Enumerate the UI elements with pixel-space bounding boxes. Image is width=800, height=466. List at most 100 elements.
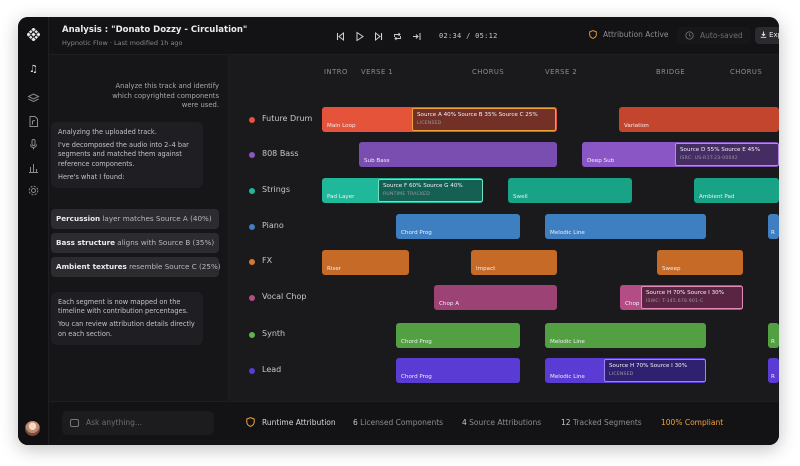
skip-forward-icon[interactable] [374,31,383,42]
clip-riser[interactable]: Riser [322,250,409,275]
clip-label: Impact [476,266,496,272]
skip-back-icon[interactable] [336,31,345,42]
stat-label: Tracked Segments [572,418,642,427]
bar-chart-icon[interactable] [27,161,40,174]
track-color-dot [249,368,255,374]
clip-lead-partial[interactable]: R [768,358,779,383]
finding-item[interactable]: Bass structure aligns with Source B (35%… [51,233,219,253]
music-note-icon[interactable]: ♫ [27,63,40,76]
track-name[interactable]: Vocal Chop [262,292,306,301]
clip-synth-melodic-line[interactable]: Melodic Line [545,323,706,348]
track-name[interactable]: FX [262,256,272,265]
clip-pad-layer[interactable]: Pad Layer Source F 60% Source G 40% RUNT… [322,178,483,203]
attribution-overlay[interactable]: Source A 40% Source B 35% Source C 25% L… [412,108,556,131]
stat-value: 12 [561,418,571,427]
track-name[interactable]: Strings [262,185,290,194]
clip-chord-prog[interactable]: Chord Prog [396,214,520,239]
section-verse-2[interactable]: VERSE 2 [545,68,577,76]
app-window: ♫ Analysis : "Donato Dozzy - Circulation… [18,17,779,445]
clip-label: Melodic Line [550,230,585,236]
clip-piano-partial[interactable]: R [768,214,779,239]
attribution-overlay[interactable]: Source H 70% Source I 30% ISWC: T-345.67… [641,286,743,309]
user-avatar[interactable] [25,421,40,436]
finding-subject: Percussion [56,214,101,223]
clip-synth-partial[interactable]: R [768,323,779,348]
clip-label: Chord Prog [401,230,432,236]
attribution-status-tag: ISWC: T-345.678.901-C [646,299,704,304]
app-logo-icon[interactable] [27,28,40,41]
clip-melodic-line[interactable]: Melodic Line [545,214,706,239]
attribution-status[interactable]: Attribution Active [589,30,669,39]
finding-subject: Bass structure [56,238,115,247]
file-audio-icon[interactable] [27,115,40,128]
attribution-overlay[interactable]: Source D 55% Source E 45% ISRC: US-R1T-2… [675,143,779,166]
clip-label: R [771,230,775,236]
clip-lead-melodic-line[interactable]: Melodic Line Source H 70% Source I 30% L… [545,358,706,383]
finding-item[interactable]: Percussion layer matches Source A (40%) [51,209,219,229]
stat-label: Source Attributions [469,418,542,427]
clip-ambient-pad[interactable]: Ambient Pad [694,178,779,203]
track-name[interactable]: Piano [262,221,284,230]
track-color-dot [249,332,255,338]
export-button[interactable]: Export [755,27,779,44]
track-name[interactable]: Synth [262,329,285,338]
attribution-status-tag: ISRC: US-R1T-23-00042 [680,156,738,161]
attribution-overlay[interactable]: Source F 60% Source G 40% RUNTIME TRACKE… [378,179,483,202]
clip-sub-bass[interactable]: Sub Bass [359,142,557,167]
clip-label: Swell [513,194,528,200]
clip-sweep[interactable]: Sweep [657,250,743,275]
clip-label: Deep Sub [587,158,615,164]
clip-main-loop[interactable]: Main Loop Source A 40% Source B 35% Sour… [322,107,557,132]
settings-gear-icon[interactable] [27,184,40,197]
track-name[interactable]: Lead [262,365,281,374]
clip-impact[interactable]: Impact [471,250,557,275]
section-chorus-2[interactable]: CHORUS [730,68,762,76]
clip-label: Variation [624,123,649,129]
track-color-dot [249,295,255,301]
section-chorus[interactable]: CHORUS [472,68,504,76]
clock-icon [685,31,694,40]
track-name[interactable]: 808 Bass [262,149,299,158]
project-subtitle: Hypnotic Flow · Last modified 1h ago [62,39,183,47]
section-verse-1[interactable]: VERSE 1 [361,68,393,76]
finding-detail: resemble Source C (25%) [126,262,221,271]
chat-input[interactable]: Ask anything... [62,411,214,435]
status-label: Runtime Attribution [262,418,336,427]
attribution-sources: Source H 70% Source I 30% [609,363,688,369]
section-bridge[interactable]: BRIDGE [656,68,685,76]
finding-item[interactable]: Ambient textures resemble Source C (25%) [51,257,221,277]
play-icon[interactable] [355,31,364,42]
finding-subject: Ambient textures [56,262,127,271]
download-icon [760,31,767,38]
arrangement-timeline: INTRO VERSE 1 CHORUS VERSE 2 BRIDGE CHOR… [229,55,779,401]
clip-synth-chord-prog[interactable]: Chord Prog [396,323,520,348]
clip-deep-sub[interactable]: Deep Sub Source D 55% Source E 45% ISRC:… [582,142,779,167]
layers-icon[interactable] [27,92,40,105]
jump-to-end-icon[interactable] [412,31,421,42]
clip-label: Riser [327,266,342,272]
compliance-badge: 100% Compliant [661,418,724,427]
clip-swell[interactable]: Swell [508,178,632,203]
attribution-status-tag: LICENSED [417,121,442,126]
clip-label: Chop [625,301,640,307]
track-color-dot [249,224,255,230]
message-line: Here's what I found: [58,172,125,181]
assistant-message: Each segment is now mapped on the timeli… [51,292,203,345]
project-title: Analysis : "Donato Dozzy - Circulation" [62,25,248,35]
finding-detail: layer matches Source A (40%) [100,214,212,223]
message-line: Analyzing the uploaded track. [58,128,157,136]
clip-lead-chord-prog[interactable]: Chord Prog [396,358,520,383]
clip-chop-a[interactable]: Chop A [434,285,557,310]
track-name[interactable]: Future Drum [262,114,312,123]
section-intro[interactable]: INTRO [324,68,348,76]
tracked-segments-stat: 12 Tracked Segments [561,418,642,427]
clip-variation[interactable]: Variation [619,107,779,132]
microphone-icon[interactable] [27,138,40,151]
loop-icon[interactable] [393,31,402,42]
chat-input-placeholder: Ask anything... [86,418,142,427]
attribution-overlay[interactable]: Source H 70% Source I 30% LICENSED [604,359,706,382]
attribution-status-label: Attribution Active [603,30,669,39]
clip-chop[interactable]: Chop Source H 70% Source I 30% ISWC: T-3… [620,285,743,310]
user-message: Analyze this track and identify which co… [112,82,219,109]
clip-label: Ambient Pad [699,194,735,200]
